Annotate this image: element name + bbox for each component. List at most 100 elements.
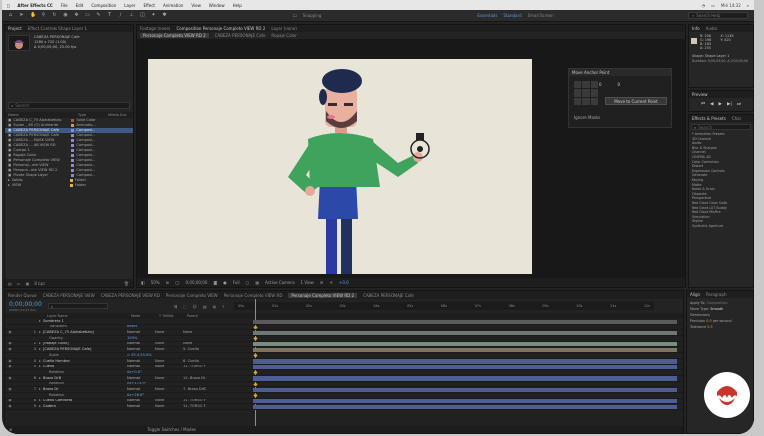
precision-value[interactable]: 0.0 xyxy=(706,319,711,323)
layer-name[interactable]: Rotation xyxy=(43,382,127,387)
apple-icon[interactable]:  xyxy=(7,3,9,8)
menu-file[interactable]: File xyxy=(61,3,68,8)
menu-composition[interactable]: Composition xyxy=(91,3,116,8)
tab-character[interactable]: Char xyxy=(732,116,741,121)
timeline-tab[interactable]: CABEZA PERSONAJE VIEW RD xyxy=(101,293,160,298)
tab-preview[interactable]: Preview xyxy=(692,92,708,97)
new-comp-icon[interactable]: ▣ xyxy=(26,281,30,286)
menu-edit[interactable]: Edit xyxy=(76,3,84,8)
layer-duration-bar[interactable] xyxy=(253,319,677,324)
layer-mode[interactable]: Normal xyxy=(127,347,155,352)
move-type-value[interactable]: Smooth xyxy=(710,307,723,311)
timeline-tab[interactable]: Personaje Completo VIEW RD xyxy=(224,293,283,298)
workspace-standard[interactable]: Standard xyxy=(503,13,521,18)
subtab-personaje-completo[interactable]: Personaje Completo VIEW RD 2 xyxy=(140,33,209,38)
camera-tool-icon[interactable]: ◉ xyxy=(63,13,68,18)
anchor-tr[interactable] xyxy=(590,81,598,89)
workspace-small-screen[interactable]: Small Screen xyxy=(528,13,554,18)
home-icon[interactable]: ⌂ xyxy=(8,13,13,18)
anchor-c[interactable] xyxy=(582,89,590,97)
last-frame-icon[interactable]: ⏭ xyxy=(737,101,741,107)
exposure-value[interactable]: +0.0 xyxy=(339,280,349,285)
visibility-eye-icon[interactable]: ◉ xyxy=(5,365,15,370)
subtab-cabeza-cafe[interactable]: CABEZA PERSONAJE Cafe xyxy=(215,33,266,38)
timeline-tab[interactable]: CABEZA PERSONAJE Cafe xyxy=(363,293,414,298)
toggle-switches-modes[interactable]: Toggle Switches / Modes xyxy=(147,427,196,432)
layer-trkmat[interactable]: None xyxy=(155,365,183,370)
menu-app-name[interactable]: After Effects CC xyxy=(17,3,52,8)
layer-name[interactable]: Scale xyxy=(43,353,127,358)
frame-blend-icon[interactable]: ▤ xyxy=(203,304,207,309)
menu-effect[interactable]: Effect xyxy=(143,3,155,8)
layer-mode[interactable]: Normal xyxy=(127,330,155,335)
anchor-mr[interactable] xyxy=(590,89,598,97)
subtab-ropaje-color[interactable]: Ropaje Color xyxy=(271,33,296,38)
menu-view[interactable]: View xyxy=(191,3,201,8)
timeline-tab[interactable]: Personaje Completo VIEW RD 2 xyxy=(288,292,358,298)
timeline-search[interactable]: ⌕ xyxy=(47,303,108,309)
snapshot-icon[interactable]: ◙ xyxy=(213,280,217,285)
layer-trkmat[interactable]: None xyxy=(155,359,183,364)
views-dropdown[interactable]: 1 View xyxy=(301,280,314,285)
anchor-x-value[interactable]: 0 xyxy=(599,82,602,87)
layer-name[interactable]: Cuello xyxy=(43,365,127,370)
layer-name[interactable]: Brazo DrB xyxy=(43,376,127,381)
anchor-tl[interactable] xyxy=(574,81,582,89)
layer-parent[interactable]: 6. Cuello xyxy=(183,359,223,364)
expand-icon[interactable]: ⊕ xyxy=(9,427,12,432)
visibility-eye-icon[interactable]: ◉ xyxy=(5,330,15,335)
layer-duration-bar[interactable] xyxy=(253,387,677,392)
layer-duration-bar[interactable] xyxy=(253,359,677,364)
visibility-eye-icon[interactable]: ◉ xyxy=(5,387,15,392)
effects-search[interactable]: ⌕ Search xyxy=(691,124,751,130)
menu-animation[interactable]: Animation xyxy=(163,3,183,8)
trash-icon[interactable]: 🗑 xyxy=(124,281,129,286)
pan-behind-tool-icon[interactable]: ✥ xyxy=(74,13,79,18)
col-type[interactable]: Type xyxy=(78,113,108,117)
wifi-icon[interactable]: ◔ xyxy=(702,3,706,8)
tab-info[interactable]: Info xyxy=(692,26,700,31)
anchor-y-value[interactable]: 0 xyxy=(618,82,621,87)
roto-tool-icon[interactable]: ✦ xyxy=(151,13,156,18)
tab-footage[interactable]: Footage (none) xyxy=(140,26,170,31)
layer-mode[interactable]: Normal xyxy=(127,365,155,370)
search-help-input[interactable]: ⌕ Search Help xyxy=(688,12,748,19)
menu-window[interactable]: Window xyxy=(209,3,225,8)
layer-mode[interactable]: 0x+28.6° xyxy=(127,393,155,398)
tab-project[interactable]: Project xyxy=(8,26,22,31)
grid-icon[interactable]: ⊞ xyxy=(166,280,169,285)
timeline-tab[interactable]: Render Queue xyxy=(8,293,37,298)
layer-parent[interactable]: 11. Brazo Dr xyxy=(183,376,223,381)
layer-trkmat[interactable]: None xyxy=(155,342,183,347)
layer-mode[interactable]: ∞ 55.0,55.0% xyxy=(127,353,155,358)
layer-mode[interactable]: Normal xyxy=(127,404,155,409)
layer-mode[interactable]: 100% xyxy=(127,336,155,341)
layer-trkmat[interactable]: None xyxy=(155,330,183,335)
anchor-br[interactable] xyxy=(590,97,598,105)
layer-mode[interactable]: Reset xyxy=(127,325,155,330)
prev-frame-icon[interactable]: ◀ xyxy=(710,102,713,107)
keyframe-marker[interactable] xyxy=(253,381,258,387)
selection-tool-icon[interactable]: ➤ xyxy=(19,13,24,18)
mask-icon[interactable]: ◯ xyxy=(175,280,179,285)
anchor-ml[interactable] xyxy=(574,89,582,97)
keyframe-marker[interactable] xyxy=(253,370,258,375)
layer-name[interactable]: Cadera xyxy=(43,404,127,409)
layer-parent[interactable]: 11. TORSO F xyxy=(183,365,223,370)
visibility-eye-icon[interactable]: ◉ xyxy=(5,359,15,364)
rotate-tool-icon[interactable]: ↻ xyxy=(52,13,57,18)
anchor-bc[interactable] xyxy=(582,97,590,105)
keyframe-marker[interactable] xyxy=(253,336,258,341)
exposure-icon[interactable]: ☀ xyxy=(329,280,333,285)
next-frame-icon[interactable]: ▶| xyxy=(727,102,732,107)
anchor-tc[interactable] xyxy=(582,81,590,89)
tolerance-value[interactable]: 0.5 xyxy=(707,325,712,329)
anchor-grid[interactable] xyxy=(574,81,598,105)
layer-parent[interactable]: None xyxy=(183,330,223,335)
composition-canvas[interactable] xyxy=(148,59,532,274)
layer-duration-bar[interactable] xyxy=(253,399,677,404)
layer-mode[interactable]: Normal xyxy=(127,376,155,381)
layer-mode[interactable]: Normal xyxy=(127,342,155,347)
layer-parent[interactable]: None xyxy=(183,342,223,347)
timeline-tab[interactable]: CABEZA PERSONAJE VIEW xyxy=(43,293,95,298)
